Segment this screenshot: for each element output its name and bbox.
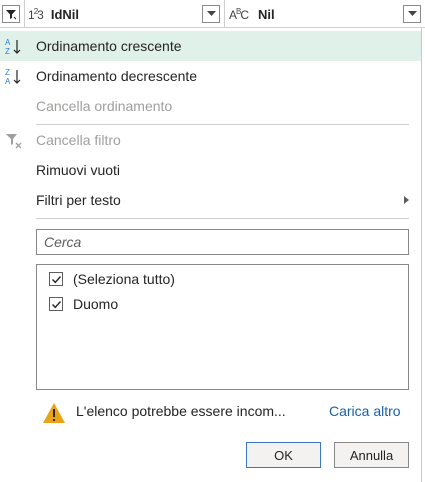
ok-button[interactable]: OK xyxy=(246,442,321,468)
list-item-label: Duomo xyxy=(73,296,119,312)
sort-ascending-icon: A Z xyxy=(5,38,21,56)
column-header-bar: 123 IdNil ABC Nil xyxy=(0,0,425,28)
filter-dropdown-button[interactable] xyxy=(2,5,20,23)
clear-filter-label: Cancella filtro xyxy=(36,132,121,148)
checkbox-checked[interactable] xyxy=(49,272,63,286)
text-filters-item[interactable]: Filtri per testo xyxy=(0,185,421,215)
clear-sort-item[interactable]: Cancella ordinamento xyxy=(0,91,421,121)
search-input[interactable]: Cerca xyxy=(36,229,409,255)
panel-border xyxy=(421,28,422,482)
search-placeholder: Cerca xyxy=(44,234,82,250)
column-dropdown-button[interactable] xyxy=(403,5,421,23)
clear-sort-label: Cancella ordinamento xyxy=(36,98,173,114)
sort-descending-icon: Z A xyxy=(5,68,21,86)
clear-filter-item[interactable]: Cancella filtro xyxy=(0,125,421,155)
column-separator xyxy=(224,0,225,28)
remove-empty-item[interactable]: Rimuovi vuoti xyxy=(0,155,421,185)
list-item-select-all[interactable]: (Seleziona tutto) xyxy=(49,269,175,289)
warning-text: L'elenco potrebbe essere incom... xyxy=(76,403,286,419)
warning-icon xyxy=(43,403,65,423)
column-header-idnil[interactable]: 123 IdNil xyxy=(28,0,79,28)
filter-icon xyxy=(6,10,17,20)
sort-ascending-item[interactable]: A Z Ordinamento crescente xyxy=(0,31,421,61)
chevron-down-icon xyxy=(407,11,417,16)
values-list[interactable]: (Seleziona tutto) Duomo xyxy=(36,264,409,390)
cancel-button[interactable]: Annulla xyxy=(334,442,409,468)
svg-text:Z: Z xyxy=(5,68,10,77)
column-separator xyxy=(24,0,25,28)
svg-text:A: A xyxy=(5,38,11,47)
sort-descending-item[interactable]: Z A Ordinamento decrescente xyxy=(0,61,421,91)
sort-descending-label: Ordinamento decrescente xyxy=(36,68,198,84)
abc-icon: ABC xyxy=(229,6,249,22)
chevron-right-icon xyxy=(404,196,409,204)
check-icon xyxy=(51,275,61,283)
menu-divider xyxy=(36,218,409,219)
list-item-label: (Seleziona tutto) xyxy=(73,271,175,287)
check-icon xyxy=(51,300,61,308)
column-dropdown-button[interactable] xyxy=(202,5,220,23)
text-filters-label: Filtri per testo xyxy=(36,192,121,208)
column-header-nil[interactable]: ABC Nil xyxy=(229,0,275,28)
svg-text:A: A xyxy=(5,77,11,86)
svg-text:Z: Z xyxy=(5,47,10,56)
checkbox-checked[interactable] xyxy=(49,297,63,311)
123-icon: 123 xyxy=(28,6,44,22)
remove-empty-label: Rimuovi vuoti xyxy=(36,162,121,178)
load-more-link[interactable]: Carica altro xyxy=(329,403,401,419)
chevron-down-icon xyxy=(206,11,216,16)
clear-filter-icon xyxy=(6,134,22,149)
list-item[interactable]: Duomo xyxy=(49,294,118,314)
sort-ascending-label: Ordinamento crescente xyxy=(36,38,182,54)
column-name: IdNil xyxy=(50,6,79,22)
column-name: Nil xyxy=(258,6,275,22)
